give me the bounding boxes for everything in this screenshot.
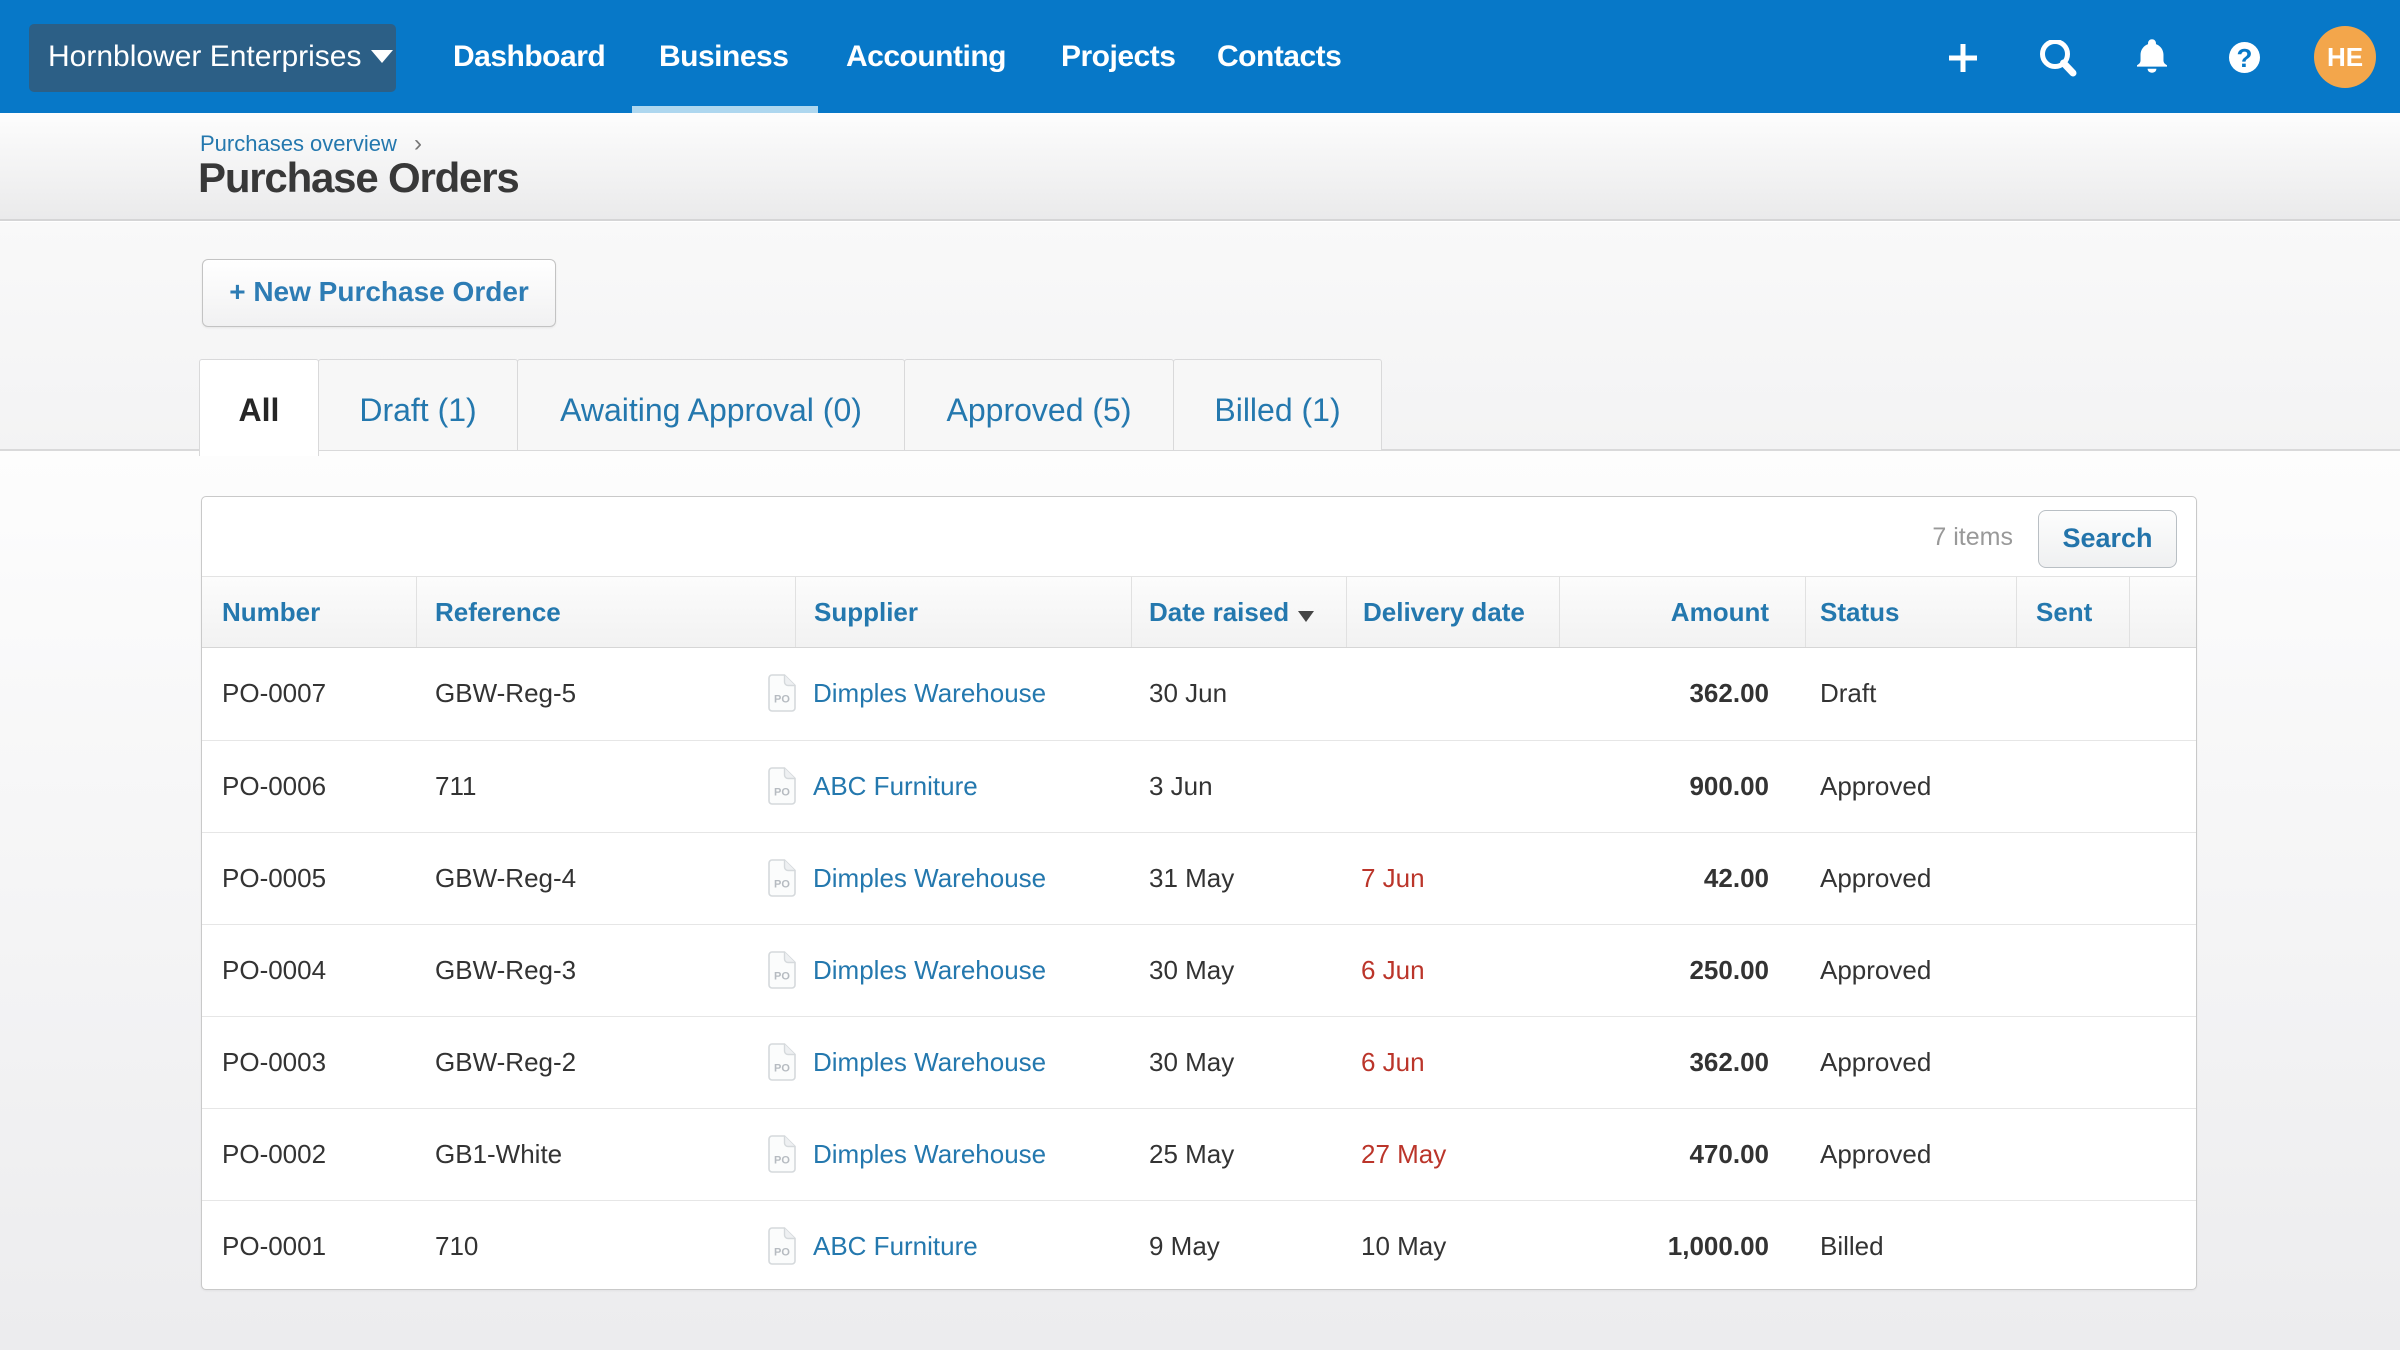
svg-text:PO: PO xyxy=(774,879,790,891)
svg-text:PO: PO xyxy=(774,971,790,983)
svg-text:PO: PO xyxy=(774,1247,790,1259)
svg-text:PO: PO xyxy=(774,694,790,706)
svg-text:PO: PO xyxy=(774,787,790,799)
svg-text:PO: PO xyxy=(774,1063,790,1075)
svg-text:PO: PO xyxy=(774,1155,790,1167)
